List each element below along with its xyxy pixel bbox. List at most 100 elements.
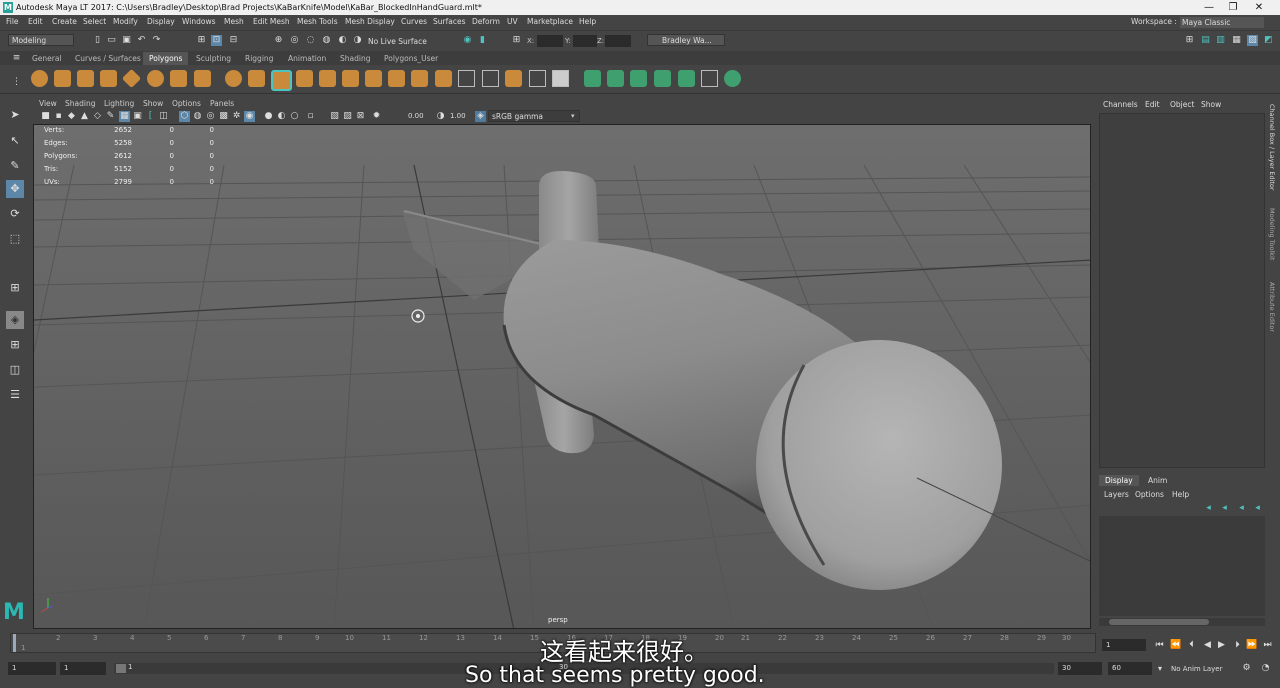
- menu-file[interactable]: File: [6, 15, 19, 29]
- menu-uv[interactable]: UV: [507, 15, 518, 29]
- panel-menu-panels[interactable]: Panels: [210, 98, 234, 109]
- menu-curves[interactable]: Curves: [401, 15, 427, 29]
- save-scene-icon[interactable]: ▣: [121, 35, 132, 46]
- uv-editor-icon[interactable]: [584, 70, 601, 87]
- cut-sew-icon[interactable]: [724, 70, 741, 87]
- menu-help[interactable]: Help: [579, 15, 596, 29]
- layer-editor-toggle-icon[interactable]: ▧: [1247, 35, 1258, 46]
- panel-menu-shading[interactable]: Shading: [65, 98, 95, 109]
- maximize-button[interactable]: ❐: [1220, 0, 1246, 15]
- animation-start-field[interactable]: 1: [8, 662, 56, 675]
- menu-create[interactable]: Create: [52, 15, 77, 29]
- gamma-value[interactable]: 1.00: [450, 112, 466, 120]
- gamma-icon[interactable]: ◑: [435, 111, 446, 122]
- panel-menu-options[interactable]: Options: [172, 98, 201, 109]
- go-to-end-icon[interactable]: ⏭: [1262, 640, 1273, 651]
- four-view-layout-icon[interactable]: ⊞: [6, 336, 24, 354]
- preferences-icon[interactable]: ⚙: [1241, 663, 1252, 674]
- side-tab-channel-box[interactable]: Channel Box / Layer Editor: [1268, 104, 1276, 191]
- perspective-layout-icon[interactable]: ◈: [6, 311, 24, 329]
- poly-cube-icon[interactable]: [54, 70, 71, 87]
- extract-icon[interactable]: [319, 70, 336, 87]
- layer-list[interactable]: [1099, 516, 1265, 616]
- layer-tab-display[interactable]: Display: [1099, 475, 1139, 486]
- current-time-indicator[interactable]: [13, 634, 16, 652]
- layer-list-scrollbar[interactable]: [1099, 618, 1265, 626]
- resolution-gate-icon[interactable]: [: [145, 111, 156, 122]
- menu-marketplace[interactable]: Marketplace: [527, 15, 573, 29]
- snap-surface-icon[interactable]: ◐: [337, 35, 348, 46]
- move-tool-icon[interactable]: ✥: [6, 180, 24, 198]
- z-field[interactable]: [605, 35, 631, 47]
- y-field[interactable]: [573, 35, 597, 47]
- step-back-key-icon[interactable]: ⏪: [1170, 640, 1181, 651]
- undo-icon[interactable]: ↶: [136, 35, 147, 46]
- bridge-icon[interactable]: [342, 70, 359, 87]
- layer-menu-options[interactable]: Options: [1135, 490, 1164, 499]
- checker-icon[interactable]: [701, 70, 718, 87]
- sidebar-toggle-icon[interactable]: ◩: [1263, 35, 1274, 46]
- use-all-lights-icon[interactable]: ✲: [231, 111, 242, 122]
- menu-display[interactable]: Display: [147, 15, 175, 29]
- perspective-viewport[interactable]: Verts: 2652 0 0 Edges: 5258 0 0 Polygons…: [33, 124, 1091, 629]
- isolate-select-icon[interactable]: ▫: [305, 111, 316, 122]
- snap-curve-icon[interactable]: ◎: [289, 35, 300, 46]
- textured-icon[interactable]: ▩: [218, 111, 229, 122]
- x-field[interactable]: [537, 35, 563, 47]
- snap-grid-icon[interactable]: ⊕: [273, 35, 284, 46]
- animation-end-field[interactable]: 60: [1108, 662, 1152, 675]
- scrollbar-thumb[interactable]: [1109, 619, 1209, 625]
- lasso-tool-icon[interactable]: ↖: [6, 132, 24, 150]
- shadows-icon[interactable]: ◉: [244, 111, 255, 122]
- channelbox-menu-edit[interactable]: Edit: [1145, 100, 1160, 109]
- menu-edit-mesh[interactable]: Edit Mesh: [253, 15, 290, 29]
- ambient-occlusion-icon[interactable]: ●: [263, 111, 274, 122]
- create-empty-layer-icon[interactable]: ◂: [1236, 503, 1247, 514]
- select-hierarchy-icon[interactable]: ⊞: [196, 35, 207, 46]
- combine-icon[interactable]: [225, 70, 242, 87]
- shelf-options-icon[interactable]: ⋮: [11, 77, 22, 88]
- menu-mesh-display[interactable]: Mesh Display: [345, 15, 395, 29]
- grease-pencil-icon[interactable]: ✎: [105, 111, 116, 122]
- channel-box-body[interactable]: [1099, 113, 1265, 468]
- close-button[interactable]: ✕: [1246, 0, 1272, 15]
- smooth-icon[interactable]: [271, 70, 292, 91]
- shelf-tab-rigging[interactable]: Rigging: [239, 52, 279, 65]
- multi-cut-icon[interactable]: [482, 70, 499, 87]
- poly-cylinder-icon[interactable]: [77, 70, 94, 87]
- separate-icon[interactable]: [248, 70, 265, 87]
- shelf-tab-polygons-user[interactable]: Polygons_User: [378, 52, 444, 65]
- new-scene-icon[interactable]: ▯: [92, 35, 103, 46]
- menu-select[interactable]: Select: [83, 15, 106, 29]
- mirror-icon[interactable]: [296, 70, 313, 87]
- smooth-shade-icon[interactable]: ◍: [192, 111, 203, 122]
- insert-edge-loop-icon[interactable]: [458, 70, 475, 87]
- bevel-icon[interactable]: [411, 70, 428, 87]
- workspace-select[interactable]: Maya Classic: [1180, 17, 1264, 28]
- channelbox-menu-object[interactable]: Object: [1170, 100, 1194, 109]
- modeling-toolkit-icon[interactable]: ⊞: [1184, 35, 1195, 46]
- single-view-layout-icon[interactable]: ⊞: [6, 279, 24, 297]
- outliner-layout-icon[interactable]: ☰: [6, 386, 24, 404]
- character-set-icon[interactable]: ◔: [1260, 663, 1271, 674]
- step-forward-frame-icon[interactable]: ⏵: [1232, 640, 1243, 651]
- automatic-map-icon[interactable]: [654, 70, 671, 87]
- poly-sphere-icon[interactable]: [31, 70, 48, 87]
- connect-icon[interactable]: [529, 70, 546, 87]
- two-d-pan-icon[interactable]: ◇: [92, 111, 103, 122]
- shelf-tab-shading[interactable]: Shading: [334, 52, 376, 65]
- motion-blur-icon[interactable]: ◐: [276, 111, 287, 122]
- color-management-icon[interactable]: ◈: [475, 111, 486, 122]
- range-slider-handle[interactable]: [116, 664, 126, 673]
- play-backwards-icon[interactable]: ◀: [1202, 640, 1213, 651]
- shelf-tab-general[interactable]: General: [26, 52, 68, 65]
- xray-joints-icon[interactable]: ▨: [342, 111, 353, 122]
- exposure-value[interactable]: 0.00: [408, 112, 424, 120]
- snap-point-icon[interactable]: ◌: [305, 35, 316, 46]
- exposure-icon[interactable]: ✹: [371, 111, 382, 122]
- poly-pyramid-icon[interactable]: [170, 70, 187, 87]
- film-gate-icon[interactable]: ▣: [132, 111, 143, 122]
- live-surface-icon[interactable]: ◑: [352, 35, 363, 46]
- open-scene-icon[interactable]: ▭: [106, 35, 117, 46]
- panel-menu-view[interactable]: View: [39, 98, 57, 109]
